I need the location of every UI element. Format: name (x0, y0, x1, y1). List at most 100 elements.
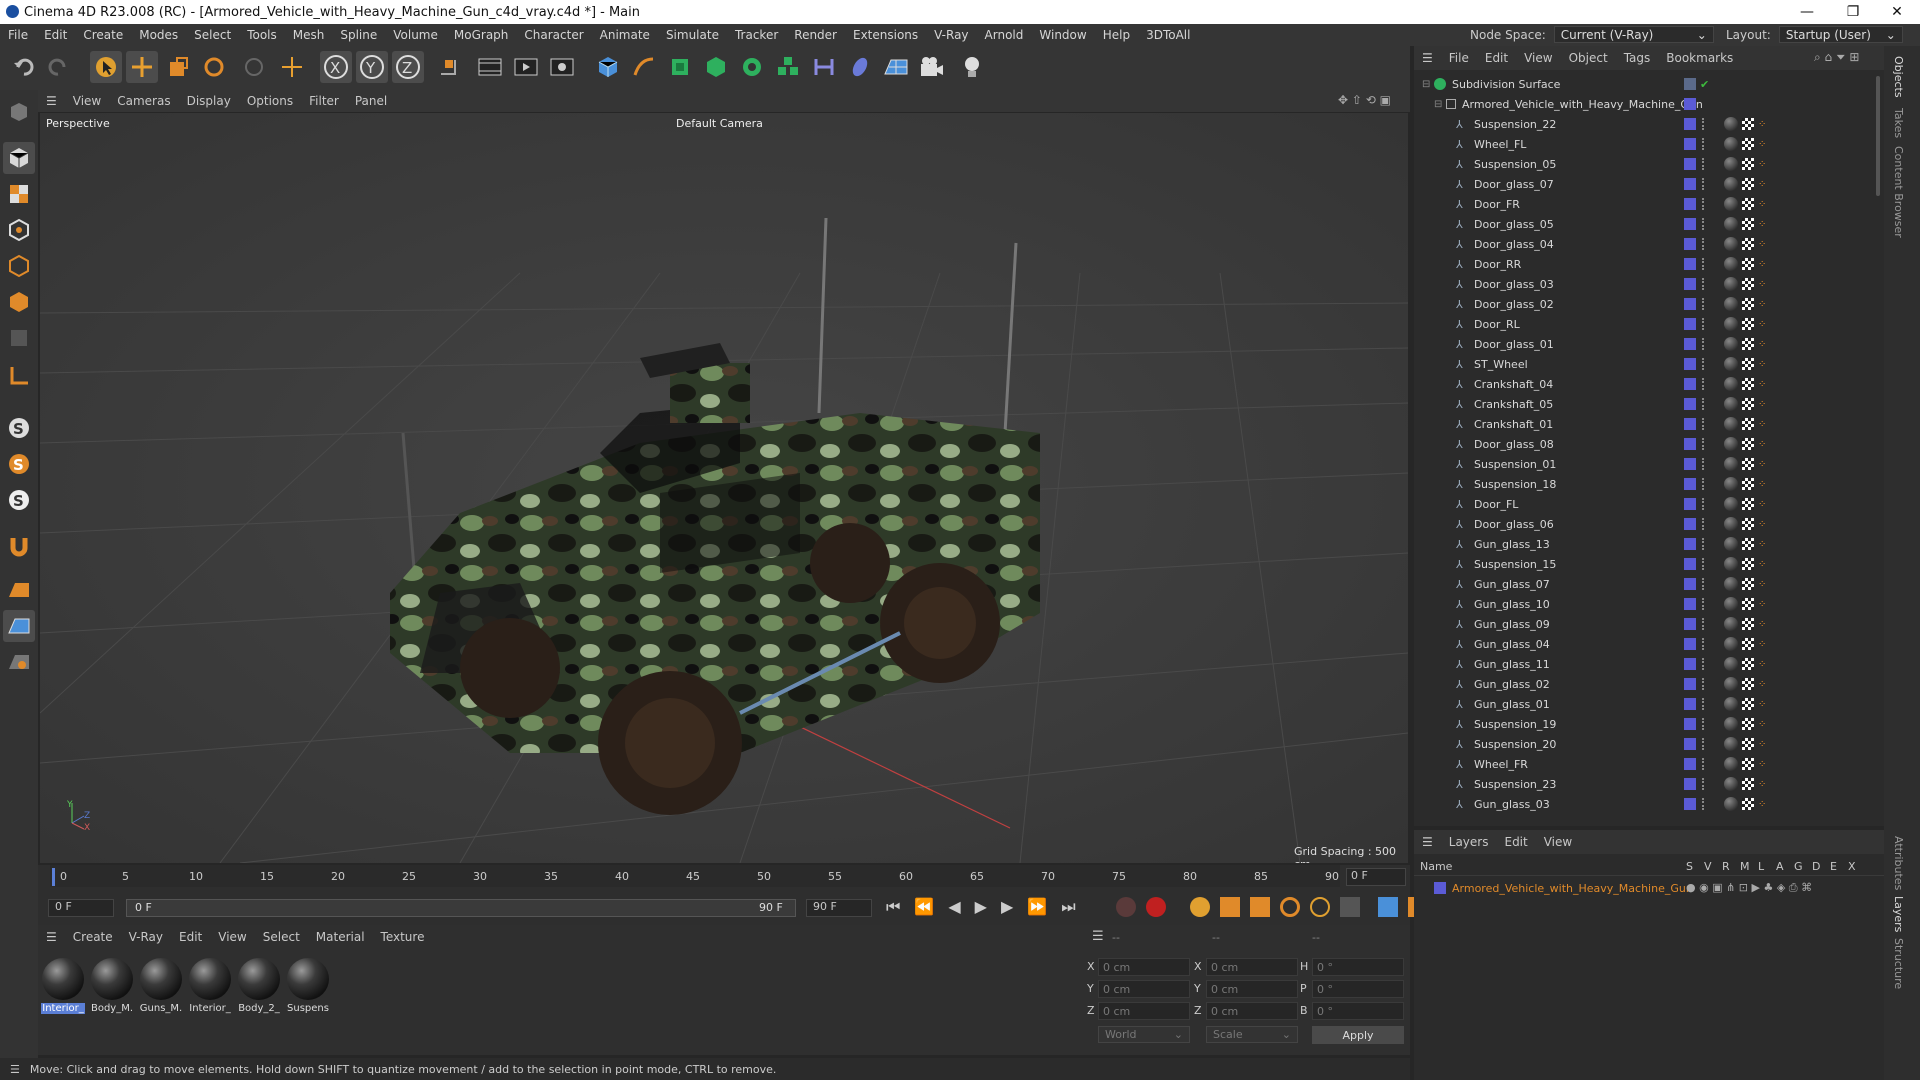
layer-color-icon[interactable] (1684, 738, 1696, 750)
floor-icon[interactable] (880, 51, 912, 83)
vray-tag-icon[interactable]: ⁘ (1758, 219, 1766, 230)
render-settings-icon[interactable] (546, 51, 578, 83)
max-frame-field[interactable]: 90 F (806, 899, 872, 917)
object-menu-view[interactable]: View (1516, 51, 1560, 65)
viewport-menu-cameras[interactable]: Cameras (109, 94, 178, 108)
visibility-dots-icon[interactable] (1702, 758, 1705, 770)
object-row[interactable]: ⅄ ST_Wheel ⁘ (1414, 354, 1884, 374)
visibility-dots-icon[interactable] (1702, 558, 1705, 570)
layer-color-icon[interactable] (1684, 598, 1696, 610)
material-tag-icon[interactable] (1724, 397, 1738, 411)
texture-tag-icon[interactable] (1742, 738, 1754, 750)
layer-color-icon[interactable] (1684, 178, 1696, 190)
vray-tag-icon[interactable]: ⁘ (1758, 479, 1766, 490)
texture-tag-icon[interactable] (1742, 558, 1754, 570)
visibility-dots-icon[interactable] (1702, 158, 1705, 170)
menu-animate[interactable]: Animate (592, 28, 658, 42)
vray-tag-icon[interactable]: ⁘ (1758, 379, 1766, 390)
layer-color-icon[interactable] (1684, 638, 1696, 650)
layer-color-icon[interactable] (1684, 318, 1696, 330)
visibility-dots-icon[interactable] (1702, 318, 1705, 330)
layer-color-icon[interactable] (1684, 278, 1696, 290)
vray-tag-icon[interactable]: ⁘ (1758, 139, 1766, 150)
field-icon[interactable] (844, 51, 876, 83)
vray-tag-icon[interactable]: ⁘ (1758, 159, 1766, 170)
material-swatch[interactable]: Interior_ (41, 958, 85, 1014)
object-row[interactable]: ⅄ Suspension_18 ⁘ (1414, 474, 1884, 494)
vray-tag-icon[interactable]: ⁘ (1758, 539, 1766, 550)
visibility-dots-icon[interactable] (1702, 178, 1705, 190)
vray-tag-icon[interactable]: ⁘ (1758, 499, 1766, 510)
hamburger-icon[interactable]: ☰ (1092, 929, 1104, 944)
visibility-dots-icon[interactable] (1702, 658, 1705, 670)
viewport-menu-options[interactable]: Options (239, 94, 301, 108)
texture-tag-icon[interactable] (1742, 258, 1754, 270)
layer-color-icon[interactable] (1684, 358, 1696, 370)
material-tag-icon[interactable] (1724, 437, 1738, 451)
render-picture-viewer-icon[interactable] (510, 51, 542, 83)
material-menu-edit[interactable]: Edit (171, 930, 210, 944)
vray-tag-icon[interactable]: ⁘ (1758, 659, 1766, 670)
vray-tag-icon[interactable]: ⁘ (1758, 599, 1766, 610)
object-row[interactable]: ⅄ Door_FL ⁘ (1414, 494, 1884, 514)
object-row[interactable]: ⅄ Door_glass_08 ⁘ (1414, 434, 1884, 454)
visibility-dots-icon[interactable] (1702, 258, 1705, 270)
edges-mode-icon[interactable] (3, 250, 35, 282)
visibility-dots-icon[interactable] (1702, 238, 1705, 250)
collapse-icon[interactable]: ⊟ (1434, 99, 1442, 110)
snap-icon[interactable]: S (3, 412, 35, 444)
layout-select[interactable]: Startup (User) ⌄ (1778, 26, 1903, 43)
object-row[interactable]: ⅄ Suspension_22 ⁘ (1414, 114, 1884, 134)
menu-mograph[interactable]: MoGraph (446, 28, 517, 42)
object-row[interactable]: ⅄ Gun_glass_13 ⁘ (1414, 534, 1884, 554)
texture-tag-icon[interactable] (1742, 418, 1754, 430)
position-z-field[interactable]: 0 cm (1098, 1002, 1190, 1020)
object-row[interactable]: ⅄ Door_glass_03 ⁘ (1414, 274, 1884, 294)
texture-tag-icon[interactable] (1742, 358, 1754, 370)
object-row[interactable]: ⅄ Crankshaft_05 ⁘ (1414, 394, 1884, 414)
object-row[interactable]: ⅄ Door_glass_02 ⁘ (1414, 294, 1884, 314)
texture-mode-icon[interactable] (3, 178, 35, 210)
size-y-field[interactable]: 0 cm (1206, 980, 1298, 998)
layer-menu-layers[interactable]: Layers (1441, 835, 1497, 849)
menu-volume[interactable]: Volume (385, 28, 446, 42)
hamburger-icon[interactable]: ☰ (1414, 51, 1441, 65)
autokey-icon[interactable] (1116, 897, 1136, 917)
vray-tag-icon[interactable]: ⁘ (1758, 239, 1766, 250)
menu-extensions[interactable]: Extensions (845, 28, 926, 42)
layer-color-icon[interactable] (1684, 718, 1696, 730)
texture-tag-icon[interactable] (1742, 678, 1754, 690)
vray-tag-icon[interactable]: ⁘ (1758, 579, 1766, 590)
object-row[interactable]: ⅄ Gun_glass_10 ⁘ (1414, 594, 1884, 614)
light-icon[interactable] (956, 51, 988, 83)
collapse-icon[interactable]: ⊟ (1422, 79, 1430, 90)
size-z-field[interactable]: 0 cm (1206, 1002, 1298, 1020)
texture-tag-icon[interactable] (1742, 398, 1754, 410)
texture-tag-icon[interactable] (1742, 298, 1754, 310)
key-scale-icon[interactable] (1250, 897, 1270, 917)
menu-arnold[interactable]: Arnold (977, 28, 1032, 42)
texture-tag-icon[interactable] (1742, 538, 1754, 550)
layer-color-icon[interactable] (1684, 478, 1696, 490)
frame-range-slider[interactable]: 0 F 90 F (126, 899, 796, 917)
menu-help[interactable]: Help (1095, 28, 1138, 42)
visibility-dots-icon[interactable] (1702, 618, 1705, 630)
x-axis-icon[interactable]: X (320, 51, 352, 83)
visibility-dots-icon[interactable] (1702, 138, 1705, 150)
vray-tag-icon[interactable]: ⁘ (1758, 339, 1766, 350)
material-tag-icon[interactable] (1724, 417, 1738, 431)
object-row[interactable]: ⅄ Wheel_FL ⁘ (1414, 134, 1884, 154)
material-tag-icon[interactable] (1724, 757, 1738, 771)
material-swatch[interactable]: Body_2_ (237, 958, 281, 1014)
material-tag-icon[interactable] (1724, 457, 1738, 471)
menu-simulate[interactable]: Simulate (658, 28, 727, 42)
rotate-tool-icon[interactable] (198, 51, 230, 83)
vray-tag-icon[interactable]: ⁘ (1758, 179, 1766, 190)
texture-tag-icon[interactable] (1742, 198, 1754, 210)
vray-tag-icon[interactable]: ⁘ (1758, 259, 1766, 270)
visibility-dots-icon[interactable] (1702, 278, 1705, 290)
vray-tag-icon[interactable]: ⁘ (1758, 359, 1766, 370)
material-tag-icon[interactable] (1724, 117, 1738, 131)
layer-menu-view[interactable]: View (1536, 835, 1580, 849)
grid-plane-icon[interactable] (3, 574, 35, 606)
